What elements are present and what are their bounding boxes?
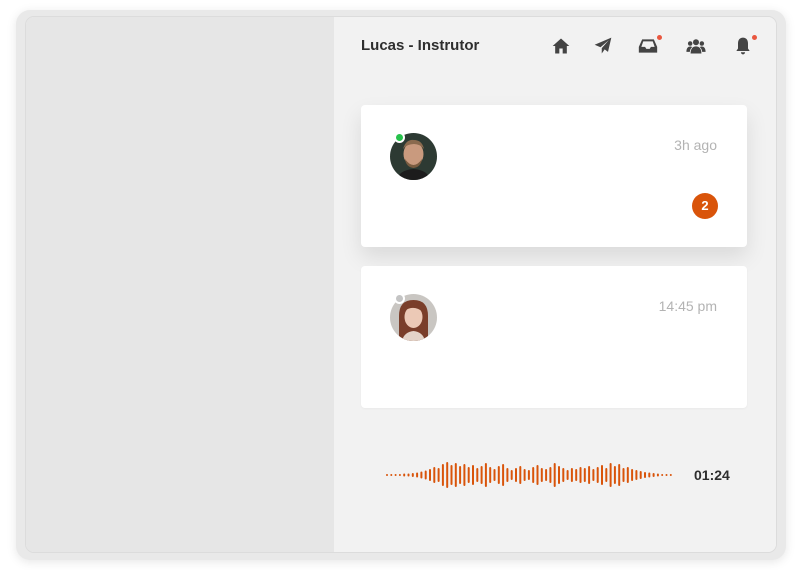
waveform-bar bbox=[549, 467, 552, 483]
chat-list-panel: Lucas - Instrutor 3h ago 2 14:45 pm 01:2… bbox=[334, 17, 776, 552]
waveform-bar bbox=[386, 474, 388, 476]
waveform-bar bbox=[631, 469, 634, 481]
waveform-bar bbox=[433, 467, 436, 483]
waveform-bar bbox=[665, 474, 668, 476]
waveform-bar bbox=[424, 470, 427, 480]
waveform-bar bbox=[558, 466, 560, 484]
waveform-bar bbox=[472, 465, 474, 485]
waveform-bar bbox=[407, 473, 410, 477]
waveform-bar bbox=[605, 468, 608, 482]
waveform-bar bbox=[476, 468, 479, 482]
waveform-bar bbox=[575, 469, 578, 481]
waveform-bar bbox=[450, 465, 453, 485]
waveform-bar bbox=[506, 468, 509, 482]
waveform-bar bbox=[536, 465, 539, 485]
waveform-bar bbox=[497, 466, 500, 484]
waveform-bar bbox=[463, 464, 466, 486]
waveform-bar bbox=[398, 474, 401, 476]
waveform-bar bbox=[562, 468, 565, 482]
waveform-bar bbox=[613, 466, 616, 484]
waveform-bar bbox=[639, 471, 642, 479]
waveform-bar bbox=[635, 470, 638, 480]
send-icon[interactable] bbox=[593, 36, 613, 56]
waveform-bar bbox=[622, 468, 625, 482]
conversation-card[interactable]: 3h ago 2 bbox=[361, 105, 747, 247]
waveform-bar bbox=[661, 474, 664, 476]
audio-duration: 01:24 bbox=[694, 467, 730, 483]
app-screen: Lucas - Instrutor 3h ago 2 14:45 pm 01:2… bbox=[26, 17, 776, 552]
waveform-bar bbox=[652, 473, 655, 477]
waveform-bar bbox=[502, 464, 505, 486]
page-title: Lucas - Instrutor bbox=[361, 37, 480, 54]
waveform-bar bbox=[416, 472, 419, 478]
waveform-bar bbox=[480, 466, 483, 484]
waveform-bar bbox=[648, 472, 651, 478]
waveform-bar bbox=[609, 463, 612, 487]
waveform-bar bbox=[429, 469, 431, 481]
waveform-bar bbox=[618, 464, 621, 486]
inbox-notification-dot bbox=[657, 35, 662, 40]
waveform-bar bbox=[519, 466, 522, 484]
waveform-bar bbox=[493, 469, 496, 481]
sidebar-panel bbox=[26, 17, 334, 552]
waveform-bar bbox=[583, 468, 586, 482]
message-timestamp: 14:45 pm bbox=[658, 298, 717, 314]
waveform-bar bbox=[510, 470, 513, 480]
waveform-bar bbox=[592, 469, 595, 481]
waveform-bar bbox=[489, 467, 492, 483]
waveform-bar bbox=[394, 474, 397, 476]
waveform-bar bbox=[527, 470, 530, 480]
message-timestamp: 3h ago bbox=[674, 137, 717, 153]
waveform-bar bbox=[532, 467, 535, 483]
waveform-bar bbox=[553, 463, 556, 487]
home-icon[interactable] bbox=[551, 36, 571, 56]
conversation-card[interactable]: 14:45 pm bbox=[361, 266, 747, 408]
waveform-bar bbox=[459, 466, 462, 484]
waveform-bar bbox=[515, 468, 517, 482]
offline-status-indicator bbox=[394, 293, 405, 304]
waveform-bar bbox=[545, 469, 548, 481]
waveform-bar bbox=[437, 468, 440, 482]
waveform-bar bbox=[420, 471, 423, 479]
waveform-bar bbox=[656, 473, 659, 477]
waveform-bar bbox=[441, 464, 444, 486]
waveform-bar bbox=[523, 469, 526, 481]
waveform-bar bbox=[411, 473, 414, 477]
waveform-bar bbox=[669, 474, 672, 476]
bell-notification-dot bbox=[752, 35, 757, 40]
waveform-bar bbox=[446, 462, 449, 488]
waveform-bar bbox=[566, 470, 569, 480]
waveform-bar bbox=[644, 472, 646, 478]
unread-count-badge: 2 bbox=[692, 193, 718, 219]
waveform-bar bbox=[467, 467, 470, 483]
waveform-bar bbox=[596, 467, 599, 483]
waveform-bar bbox=[390, 474, 393, 476]
waveform-bar bbox=[579, 467, 582, 483]
waveform-bar bbox=[484, 463, 487, 487]
waveform-bar bbox=[454, 463, 457, 487]
bell-icon[interactable] bbox=[733, 35, 757, 56]
users-icon[interactable] bbox=[686, 36, 706, 56]
waveform-bar bbox=[540, 468, 543, 482]
waveform-bar bbox=[626, 467, 629, 483]
waveform-bar bbox=[403, 473, 406, 477]
inbox-icon[interactable] bbox=[638, 35, 662, 56]
waveform-bar bbox=[570, 468, 573, 482]
online-status-indicator bbox=[394, 132, 405, 143]
audio-waveform[interactable] bbox=[386, 457, 686, 493]
waveform-bar bbox=[588, 466, 591, 484]
waveform-bar bbox=[601, 465, 603, 485]
